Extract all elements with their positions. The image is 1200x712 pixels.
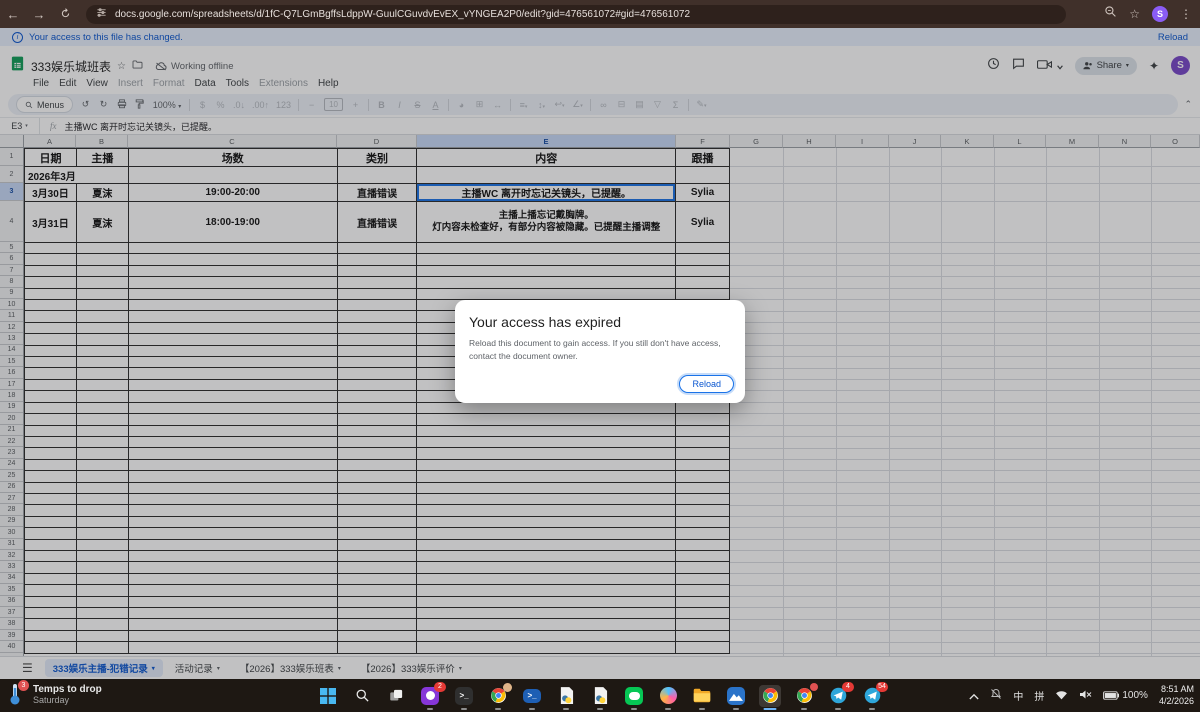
notifications-off-icon[interactable] xyxy=(990,687,1002,705)
running-indicator xyxy=(563,708,569,710)
running-indicator xyxy=(529,708,535,710)
ime-mode[interactable]: 拼 xyxy=(1034,688,1044,703)
running-indicator xyxy=(801,708,807,710)
running-indicator xyxy=(495,708,501,710)
weather-badge: 3 xyxy=(18,680,29,691)
thermometer-icon: 3 xyxy=(8,682,26,706)
running-indicator xyxy=(427,708,433,710)
taskbar-line-icon[interactable] xyxy=(623,685,645,707)
tray-chevron-icon[interactable] xyxy=(969,687,979,705)
browser-menu-icon[interactable]: ⋮ xyxy=(1180,7,1192,21)
battery-indicator[interactable]: 100% xyxy=(1103,690,1148,701)
running-indicator xyxy=(699,708,705,710)
weather-headline: Temps to drop xyxy=(33,684,102,695)
site-settings-icon[interactable] xyxy=(96,5,107,23)
taskbar-app-purple-icon[interactable]: 2 xyxy=(419,685,441,707)
taskbar-powershell-icon[interactable]: >_ xyxy=(521,685,543,707)
notification-badge: 54 xyxy=(876,682,888,692)
running-indicator xyxy=(597,708,603,710)
weather-subline: Saturday xyxy=(33,695,102,705)
ime-language[interactable]: 中 xyxy=(1013,688,1023,703)
clock[interactable]: 8:51 AM 4/2/2026 xyxy=(1159,684,1194,707)
address-bar[interactable]: docs.google.com/spreadsheets/d/1fC-Q7LGm… xyxy=(86,5,1066,24)
taskbar-telegram-icon[interactable]: 4 xyxy=(827,685,849,707)
taskbar-photos-icon[interactable] xyxy=(725,685,747,707)
running-indicator xyxy=(764,708,777,710)
running-indicator xyxy=(835,708,841,710)
tray-time: 8:51 AM xyxy=(1159,684,1194,696)
taskbar-search-icon[interactable] xyxy=(351,685,373,707)
running-indicator xyxy=(631,708,637,710)
wifi-icon[interactable] xyxy=(1055,687,1068,705)
access-expired-dialog: Your access has expired Reload this docu… xyxy=(455,300,745,403)
weather-widget[interactable]: 3 Temps to drop Saturday xyxy=(8,682,102,706)
taskbar-chrome-icon[interactable] xyxy=(793,685,815,707)
running-indicator xyxy=(665,708,671,710)
reload-icon[interactable] xyxy=(52,7,78,22)
browser-avatar[interactable]: S xyxy=(1152,6,1168,22)
back-icon[interactable]: ← xyxy=(0,7,26,22)
notification-badge: 2 xyxy=(434,682,446,692)
running-indicator xyxy=(869,708,875,710)
windows-taskbar: 3 Temps to drop Saturday 2 >_ >_ 4 54 中 拼 10… xyxy=(0,679,1200,712)
browser-toolbar: ← → docs.google.com/spreadsheets/d/1fC-Q… xyxy=(0,0,1200,28)
system-tray: 中 拼 100% 8:51 AM 4/2/2026 xyxy=(969,679,1194,712)
taskbar-copilot-icon[interactable] xyxy=(657,685,679,707)
taskbar-python-file-icon[interactable] xyxy=(555,685,577,707)
dialog-body: Reload this document to gain access. If … xyxy=(469,337,731,363)
battery-percent: 100% xyxy=(1122,690,1148,701)
taskbar-python-file-2-icon[interactable] xyxy=(589,685,611,707)
forward-icon[interactable]: → xyxy=(26,7,52,22)
taskbar-telegram-2-icon[interactable]: 54 xyxy=(861,685,883,707)
volume-muted-icon[interactable] xyxy=(1079,687,1092,705)
tray-date: 4/2/2026 xyxy=(1159,696,1194,708)
taskbar-start-icon[interactable] xyxy=(317,685,339,707)
running-indicator xyxy=(733,708,739,710)
taskbar-chrome-active-icon[interactable] xyxy=(759,685,781,707)
taskbar-task-view-icon[interactable] xyxy=(385,685,407,707)
bookmark-star-icon[interactable]: ☆ xyxy=(1129,7,1140,21)
taskbar-chrome-profile-icon[interactable] xyxy=(487,685,509,707)
dialog-reload-button[interactable]: Reload xyxy=(679,375,734,393)
taskbar-file-explorer-icon[interactable] xyxy=(691,685,713,707)
running-indicator xyxy=(461,708,467,710)
web-page: i Your access to this file has changed. … xyxy=(0,28,1200,679)
notification-badge: 4 xyxy=(842,682,854,692)
url-text: docs.google.com/spreadsheets/d/1fC-Q7LGm… xyxy=(115,9,690,20)
zoom-icon[interactable] xyxy=(1104,5,1117,23)
dialog-title: Your access has expired xyxy=(469,314,731,330)
taskbar-terminal-icon[interactable]: >_ xyxy=(453,685,475,707)
